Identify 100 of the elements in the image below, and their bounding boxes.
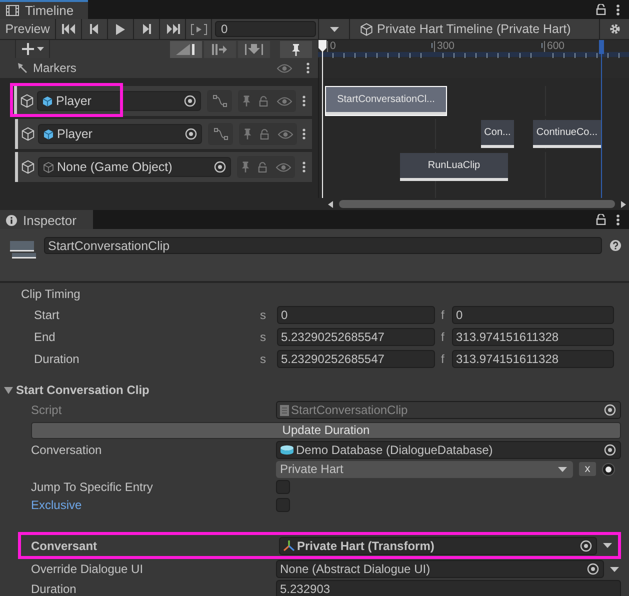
help-icon[interactable]	[610, 240, 621, 251]
eye-icon[interactable]	[276, 96, 292, 106]
pin-icon[interactable]	[241, 161, 250, 173]
ruler-tick-label: 600	[544, 41, 565, 52]
unit-label: f	[440, 352, 446, 366]
more-icon[interactable]	[302, 128, 306, 140]
conversation-dropdown[interactable]: Private Hart	[276, 460, 573, 478]
lock-icon[interactable]	[596, 214, 606, 225]
name-field[interactable]: StartConversationClip	[44, 237, 602, 254]
scroll-right-icon[interactable]	[621, 200, 626, 208]
field-label: Duration	[31, 582, 78, 596]
field-label: Conversation	[31, 443, 103, 457]
cube-icon	[21, 127, 35, 141]
script-icon	[280, 404, 289, 416]
checkbox[interactable]	[276, 498, 290, 512]
object-field[interactable]: None (Abstract Dialogue UI)	[276, 560, 604, 578]
scroll-left-icon[interactable]	[328, 200, 333, 208]
scrollbar-thumb[interactable]	[339, 200, 615, 208]
duration-field[interactable]: 5.232903	[276, 580, 621, 596]
more-icon[interactable]	[616, 4, 620, 16]
skip-forward-icon	[166, 24, 180, 34]
seconds-field[interactable]: 5.23290252685547	[277, 328, 435, 346]
target-icon[interactable]	[184, 95, 196, 107]
more-icon[interactable]	[302, 95, 306, 107]
object-field[interactable]: Demo Database (DialogueDatabase)	[276, 441, 621, 459]
unit-label: f	[440, 308, 446, 322]
eye-icon[interactable]	[278, 130, 293, 138]
cube-icon	[360, 22, 373, 36]
radio-icon[interactable]	[602, 462, 615, 476]
object-field[interactable]: None (Game Object)	[38, 157, 231, 177]
plus-icon	[22, 43, 44, 55]
playhead[interactable]	[318, 40, 327, 198]
step-forward-icon	[142, 24, 151, 34]
frames-field[interactable]: 0	[452, 306, 614, 324]
target-icon[interactable]	[587, 563, 599, 575]
caret-icon	[330, 26, 338, 32]
lock-icon[interactable]	[596, 4, 606, 15]
object-field[interactable]: Player	[38, 124, 202, 144]
unit-label: s	[260, 308, 267, 322]
target-icon[interactable]	[214, 161, 226, 173]
cube-icon	[42, 96, 53, 106]
play-range-icon	[190, 24, 206, 34]
eye-icon[interactable]	[276, 162, 291, 172]
pin-icon[interactable]	[242, 95, 252, 107]
breadcrumb[interactable]: Private Hart Timeline (Private Hart)	[350, 19, 599, 39]
target-icon[interactable]	[604, 404, 616, 416]
clear-button[interactable]: x	[579, 462, 596, 476]
more-icon[interactable]	[306, 62, 310, 74]
field-label: Jump To Specific Entry	[31, 480, 154, 494]
snap-icon[interactable]	[204, 41, 236, 58]
cube-icon	[43, 162, 54, 172]
target-icon[interactable]	[604, 444, 616, 456]
track-header[interactable]: Player	[15, 119, 312, 149]
pin-icon[interactable]	[280, 41, 312, 58]
film-icon	[6, 5, 19, 16]
eye-icon[interactable]	[277, 64, 292, 72]
mix-icon[interactable]	[238, 41, 270, 58]
seconds-field[interactable]: 0	[277, 306, 435, 324]
field-label: Start	[33, 308, 60, 322]
skip-back-icon	[62, 24, 76, 34]
timeline-clip[interactable]: RunLuaClip	[400, 153, 508, 181]
more-icon[interactable]	[616, 214, 620, 226]
target-icon[interactable]	[580, 540, 592, 552]
foldout-icon[interactable]	[4, 386, 13, 394]
caret-icon	[558, 466, 567, 472]
object-field[interactable]: Private Hart (Transform)	[279, 536, 597, 554]
timeline-clip[interactable]: StartConversationCl...	[326, 87, 446, 115]
frame-field[interactable]: 0	[215, 21, 316, 37]
curve-icon	[214, 128, 228, 140]
unit-label: f	[440, 330, 446, 344]
timeline-clip[interactable]: Con...	[481, 120, 514, 148]
checkbox[interactable]	[276, 480, 290, 494]
timeline-clip[interactable]: ContinueCo...	[533, 120, 601, 148]
timeline-dropdown[interactable]	[318, 19, 350, 39]
track-header[interactable]: None (Game Object)	[15, 152, 312, 182]
section-title: Clip Timing	[20, 286, 82, 303]
settings-icon	[608, 23, 620, 35]
object-field[interactable]: Player	[37, 91, 201, 111]
markers-label: Markers	[33, 61, 76, 75]
more-icon[interactable]	[302, 161, 306, 173]
cube-icon	[43, 128, 54, 140]
pin-icon[interactable]	[243, 128, 252, 140]
step-back-icon	[90, 24, 99, 34]
curves-button[interactable]	[207, 90, 232, 112]
ripple-icon[interactable]	[170, 41, 202, 58]
curves-button[interactable]	[208, 123, 233, 145]
caret-icon[interactable]	[603, 543, 612, 548]
field-label: Override Dialogue UI	[31, 562, 144, 576]
target-icon[interactable]	[185, 128, 197, 140]
cube-icon	[21, 160, 35, 174]
seconds-field[interactable]: 5.23290252685547	[277, 350, 435, 368]
update-duration-button[interactable]: Update Duration	[31, 422, 621, 438]
inspector-tab[interactable]: Inspector	[0, 210, 93, 229]
frames-field[interactable]: 313.974151611328	[452, 350, 614, 368]
timeline-tab[interactable]: Timeline	[0, 0, 88, 19]
field-label: Exclusive	[31, 498, 83, 512]
field-label: Duration	[33, 352, 80, 366]
caret-icon[interactable]	[610, 566, 619, 572]
frames-field[interactable]: 313.974151611328	[452, 328, 614, 346]
info-icon	[6, 215, 17, 226]
